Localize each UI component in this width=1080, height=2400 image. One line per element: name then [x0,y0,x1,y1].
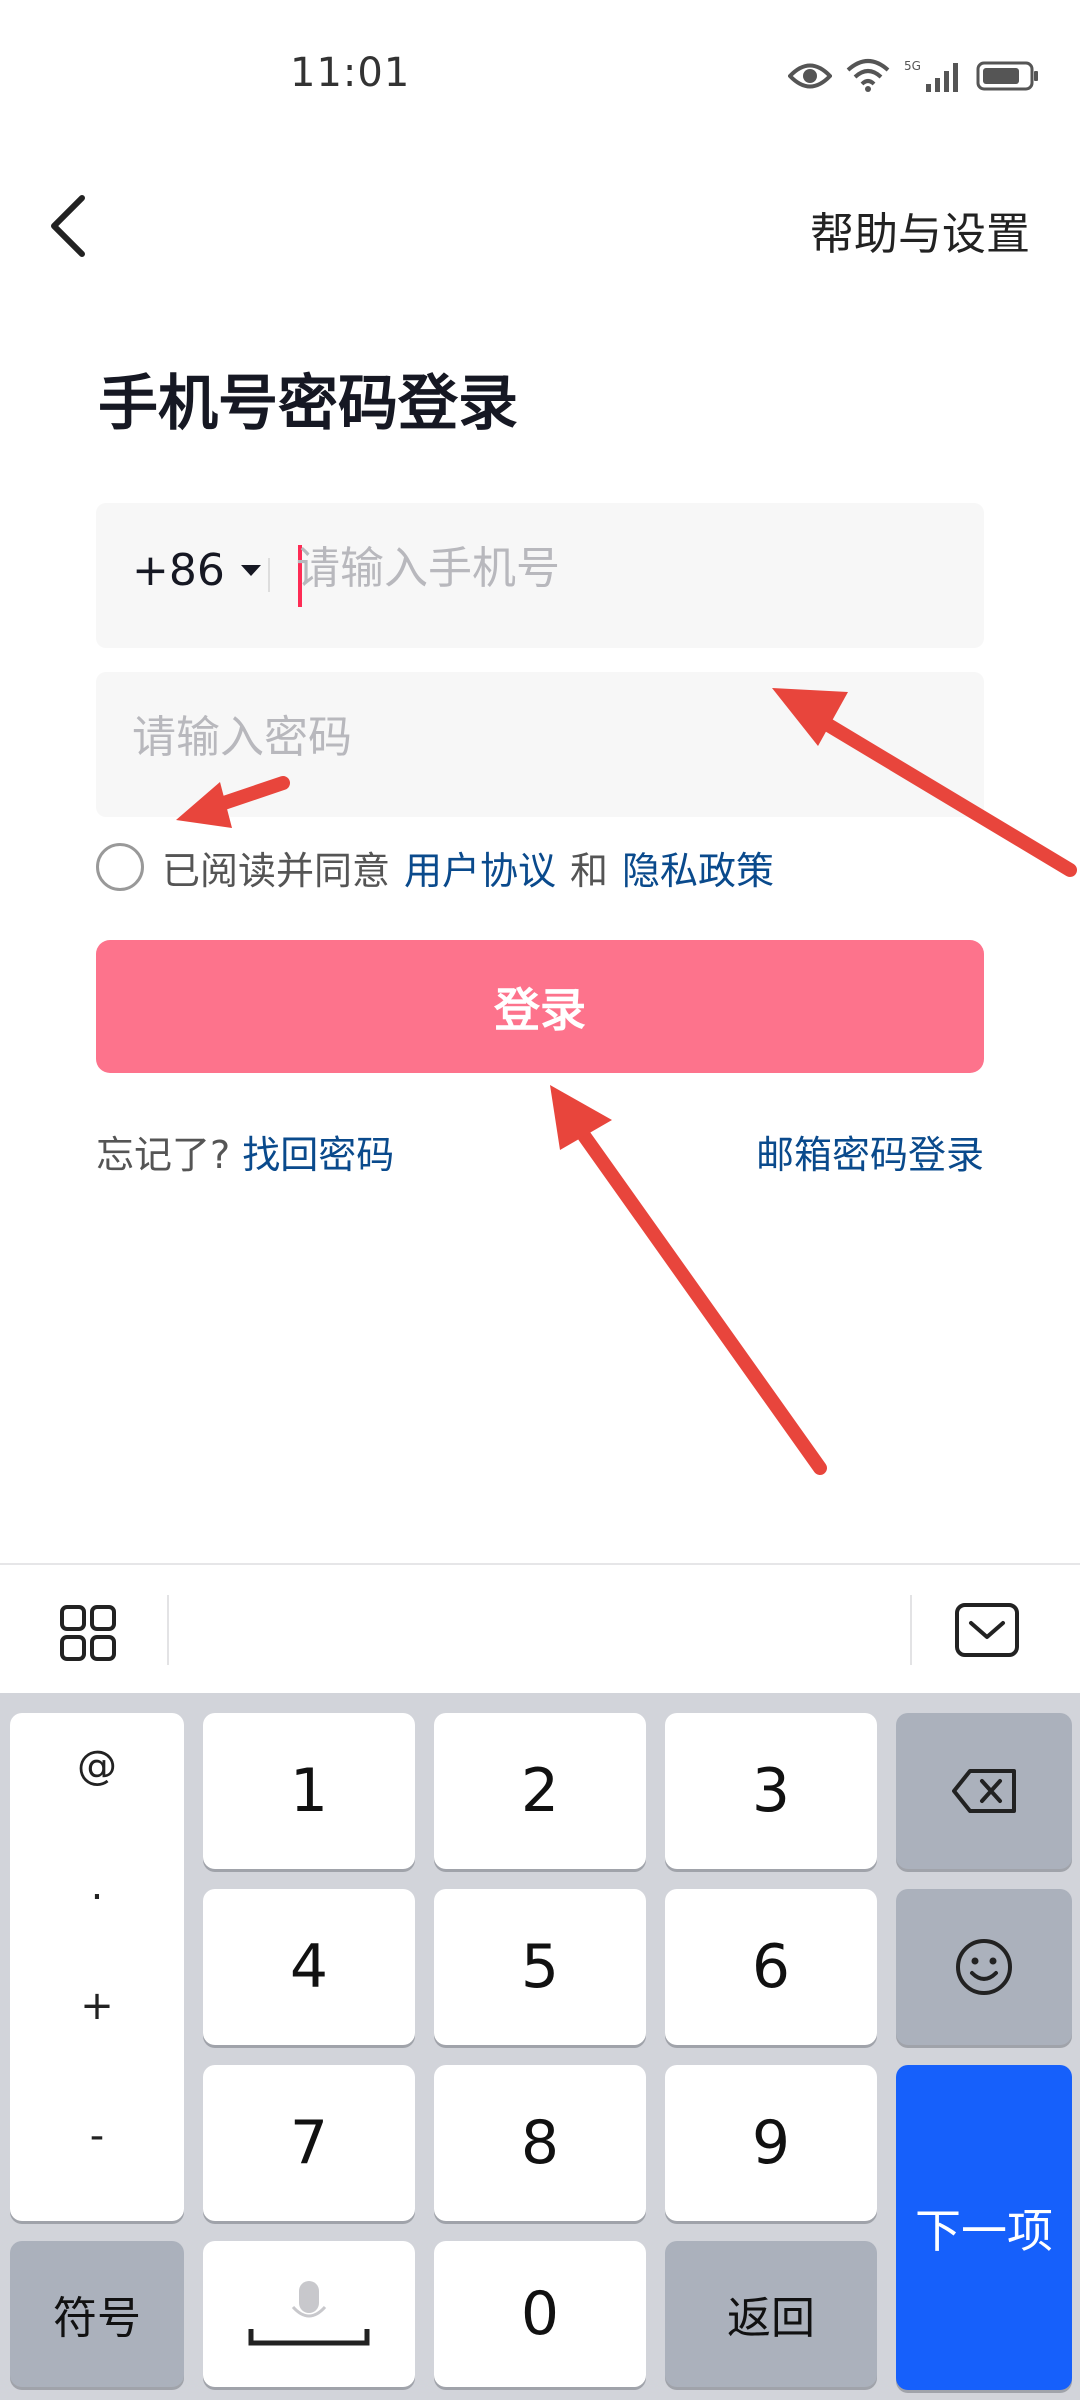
network-label: 5G [904,59,921,73]
key-2[interactable]: 2 [434,1713,646,1869]
phone-field[interactable]: +86 [96,503,984,648]
eye-icon [788,63,832,89]
key-minus[interactable]: - [10,2113,184,2159]
arrow-to-login-button [573,1123,827,1475]
email-login-link[interactable]: 邮箱密码登录 [756,1124,984,1179]
voice-space-key[interactable] [203,2241,415,2387]
country-code-selector[interactable]: +86 [132,545,261,596]
help-settings-link[interactable]: 帮助与设置 [810,198,1030,262]
grid-menu-icon[interactable] [60,1605,116,1661]
password-field[interactable] [96,672,984,817]
login-button[interactable]: 登录 [96,940,984,1073]
key-9[interactable]: 9 [665,2065,877,2221]
toolbar-divider [167,1595,169,1665]
key-5[interactable]: 5 [434,1889,646,2045]
next-key[interactable]: 下一项 [896,2065,1072,2390]
page-title: 手机号密码登录 [98,369,518,439]
agreement-prefix: 已阅读并同意 [162,848,391,893]
status-icons: 5G [788,58,1040,94]
key-8[interactable]: 8 [434,2065,646,2221]
numeric-keyboard: @ . + - 1 2 3 4 5 6 7 8 9 下一项 符号 0 返回 [0,1693,1080,2400]
key-6[interactable]: 6 [665,1889,877,2045]
key-3[interactable]: 3 [665,1713,877,1869]
emoji-key[interactable] [896,1889,1072,2045]
caret-down-icon [240,565,261,576]
battery-icon [976,61,1038,91]
divider [268,558,270,592]
symbols-key[interactable]: 符号 [10,2241,184,2387]
backspace-icon [952,1769,1016,1813]
password-input[interactable] [132,712,952,763]
agreement-checkbox[interactable] [96,843,144,891]
agreement-and: 和 [570,848,609,893]
backspace-key[interactable] [896,1713,1072,1869]
forgot-password: 忘记了? 找回密码 [96,1124,394,1179]
agreement-row: 已阅读并同意 用户协议 和 隐私政策 [96,840,788,895]
key-0[interactable]: 0 [434,2241,646,2387]
recover-password-link[interactable]: 找回密码 [242,1133,394,1177]
privacy-policy-link[interactable]: 隐私政策 [622,840,774,895]
country-code-label: +86 [132,545,225,596]
user-agreement-link[interactable]: 用户协议 [404,840,556,895]
toolbar-divider [910,1595,912,1665]
key-at[interactable]: @ [10,1743,184,1789]
status-bar: 11:01 5G [0,0,1080,160]
chevron-left-icon [51,195,85,257]
wifi-icon [846,59,890,92]
smiley-icon [956,1939,1012,1995]
key-7[interactable]: 7 [203,2065,415,2221]
microphone-icon [248,2281,370,2346]
key-plus[interactable]: + [10,1983,184,2029]
symbol-column[interactable]: @ . + - [10,1713,184,2221]
signal-5g-icon: 5G [904,59,958,92]
key-4[interactable]: 4 [203,1889,415,2045]
keyboard-hide-icon[interactable] [955,1603,1019,1657]
back-button[interactable] [40,186,100,266]
return-key[interactable]: 返回 [665,2241,877,2387]
key-1[interactable]: 1 [203,1713,415,1869]
keyboard-toolbar [0,1563,1080,1693]
key-dot[interactable]: . [10,1863,184,1909]
phone-input[interactable] [296,543,956,594]
forgot-prefix: 忘记了? [96,1133,231,1177]
status-time: 11:01 [290,50,411,96]
arrow-to-login-button-head [550,1085,612,1150]
